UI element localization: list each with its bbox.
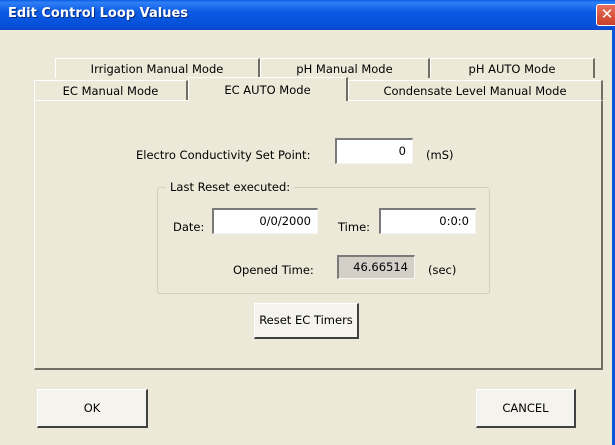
tab-ec-manual-mode[interactable]: EC Manual Mode — [34, 80, 188, 100]
window-title: Edit Control Loop Values — [8, 6, 189, 21]
tab-ec-auto-mode[interactable]: EC AUTO Mode — [188, 77, 348, 101]
cancel-button[interactable]: CANCEL — [476, 389, 576, 428]
tab-irrigation-manual-mode[interactable]: Irrigation Manual Mode — [55, 58, 260, 78]
time-label: Time: — [338, 220, 371, 234]
setpoint-unit: (mS) — [426, 148, 454, 162]
opened-time-label: Opened Time: — [233, 263, 314, 277]
last-reset-group: Last Reset executed: — [157, 180, 490, 294]
tab-ph-manual-mode[interactable]: pH Manual Mode — [260, 58, 430, 78]
last-reset-title: Last Reset executed: — [166, 180, 295, 194]
tab-condensate-level-manual-mode[interactable]: Condensate Level Manual Mode — [348, 80, 603, 100]
opened-time-value: 46.66514 — [337, 255, 415, 279]
date-label: Date: — [173, 220, 205, 234]
date-input[interactable]: 0/0/2000 — [212, 208, 318, 234]
reset-ec-timers-button[interactable]: Reset EC Timers — [254, 303, 359, 339]
ok-button[interactable]: OK — [37, 389, 148, 428]
tab-ph-auto-mode[interactable]: pH AUTO Mode — [430, 58, 595, 78]
opened-time-unit: (sec) — [428, 263, 457, 277]
title-bar: Edit Control Loop Values ✕ — [0, 0, 615, 30]
close-icon[interactable]: ✕ — [596, 4, 615, 26]
setpoint-label: Electro Conductivity Set Point: — [136, 148, 311, 162]
ec-auto-panel: Electro Conductivity Set Point: 0 (mS) L… — [34, 100, 603, 370]
time-input[interactable]: 0:0:0 — [379, 208, 476, 234]
setpoint-input[interactable]: 0 — [335, 138, 413, 164]
